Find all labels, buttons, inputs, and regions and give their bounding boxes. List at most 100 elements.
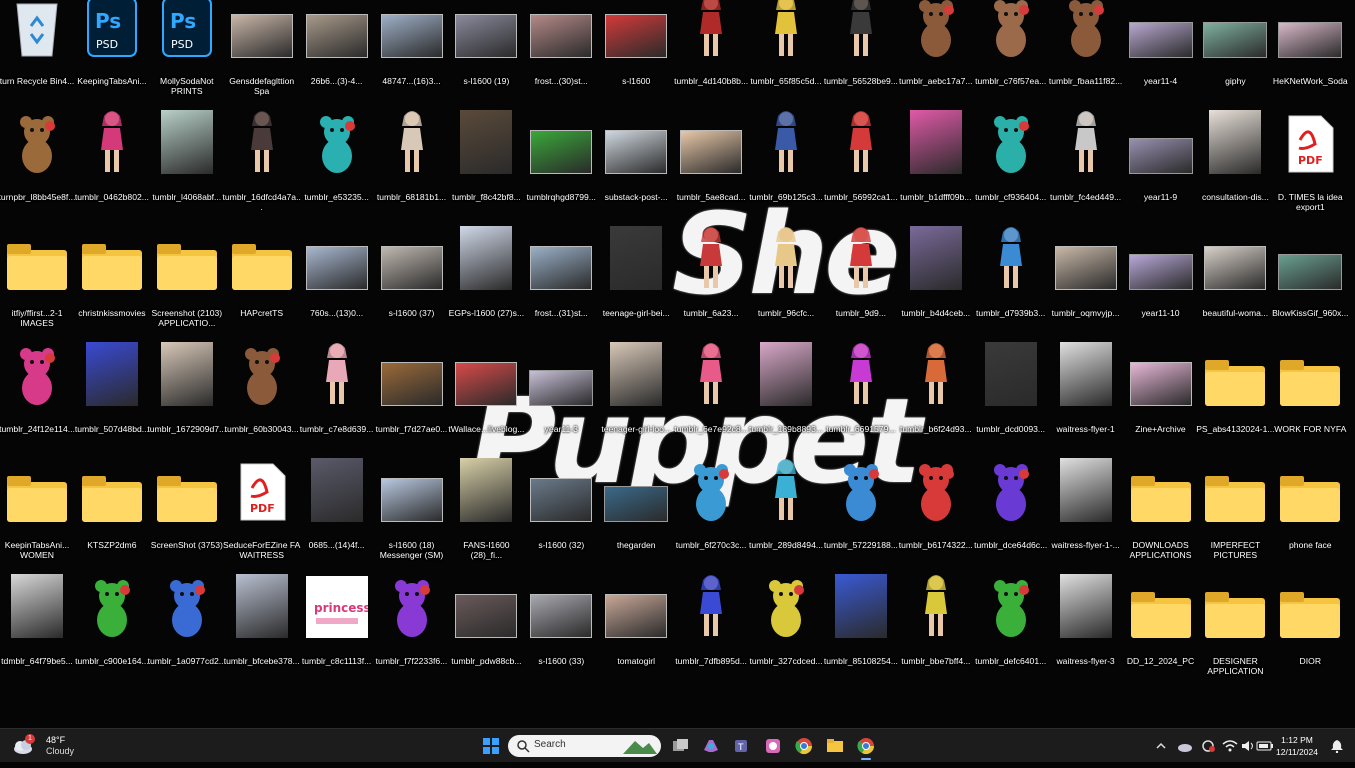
desktop-icon[interactable]: tumblr_defc6401... bbox=[974, 580, 1048, 698]
desktop-icon[interactable]: DIOR bbox=[1273, 586, 1347, 698]
file-explorer-button[interactable] bbox=[825, 736, 845, 756]
desktop-icon[interactable]: frost...(31)st... bbox=[524, 238, 598, 350]
desktop-icon[interactable]: turnpbr_l8bb45e8f... bbox=[0, 116, 75, 234]
desktop-icon[interactable]: 0685...(14)4f... bbox=[300, 458, 374, 582]
desktop-icon[interactable]: tumblr_cf936404... bbox=[974, 116, 1048, 234]
desktop-icon[interactable]: 48747...(16)3... bbox=[375, 6, 449, 118]
desktop-icon[interactable]: KeepinTabsAni... WOMEN bbox=[0, 470, 74, 582]
desktop-icon[interactable]: s-l1600 (18) Messenger (SM) bbox=[375, 470, 449, 582]
desktop-icon[interactable]: BlowKissGif_960x... bbox=[1272, 238, 1349, 350]
desktop-icon[interactable]: teenage-girl-bei... bbox=[599, 226, 673, 350]
desktop-icon[interactable]: tumblr_e53235... bbox=[300, 116, 374, 234]
desktop-icon[interactable]: KTSZP2dm6 bbox=[75, 470, 149, 582]
desktop-icon[interactable]: tumblr_65f85c5d... bbox=[749, 0, 823, 118]
desktop-icon[interactable]: WORK FOR NYFA bbox=[1273, 354, 1347, 466]
desktop-icon[interactable]: year11-3 bbox=[524, 354, 598, 466]
desktop-icon[interactable]: teenager-girl-loo... bbox=[599, 342, 673, 466]
desktop-icon[interactable]: waitress-flyer-3 bbox=[1049, 574, 1123, 698]
desktop-icon[interactable]: princess tumblr_c8c1113f... bbox=[300, 576, 374, 698]
desktop-icon[interactable]: phone face bbox=[1273, 470, 1347, 582]
vpn-icon[interactable] bbox=[1200, 739, 1216, 753]
desktop-icon[interactable]: 26b6...(3)-4... bbox=[300, 6, 374, 118]
desktop-icon[interactable]: 760s...(13)0... bbox=[300, 238, 374, 350]
desktop-icon[interactable]: tumblr_9d9... bbox=[824, 227, 898, 350]
desktop-icon[interactable]: tumblr_f7f2233f6... bbox=[375, 580, 449, 698]
desktop-icon[interactable]: tumblr_7dfb895d... bbox=[674, 575, 748, 698]
desktop-icon[interactable]: year11-9 bbox=[1124, 122, 1198, 234]
desktop-icon[interactable]: tumblr_85108254... bbox=[824, 574, 898, 698]
desktop-icon[interactable]: tumblr_4d140b8b... bbox=[674, 0, 748, 118]
desktop-icon[interactable]: PDF D. TIMES la idea export1 bbox=[1273, 115, 1347, 234]
desktop-icon[interactable]: ScreenShot (3753) bbox=[150, 470, 224, 582]
desktop-icon[interactable]: Gensddefaglttion Spa bbox=[225, 6, 299, 118]
desktop-icon[interactable]: tumblr_16dfcd4a7a... bbox=[223, 111, 301, 234]
desktop-icon[interactable]: tumblr_aebc17a7... bbox=[899, 0, 973, 118]
desktop-icon[interactable]: tumblr_6691579... bbox=[824, 343, 898, 466]
chrome-active-button[interactable] bbox=[856, 736, 876, 760]
desktop-icon[interactable]: giphy bbox=[1198, 6, 1272, 118]
desktop-icon[interactable]: IMPERFECT PICTURES bbox=[1198, 470, 1272, 582]
desktop-icon[interactable]: Screenshot (2103) APPLICATIO... bbox=[150, 238, 224, 350]
desktop-icon[interactable]: tumblrqhgd8799... bbox=[524, 122, 598, 234]
desktop-icon[interactable]: tumblr_0462b802... bbox=[75, 111, 149, 234]
copilot-button[interactable] bbox=[701, 736, 721, 756]
desktop-icon[interactable]: tumblr_5ae8cad... bbox=[674, 122, 748, 234]
desktop-icon[interactable]: tumblr_pdw88cb... bbox=[449, 586, 523, 698]
desktop-icon[interactable]: DD_12_2024_PC bbox=[1124, 586, 1198, 698]
desktop-icon[interactable]: tumblr_f8c42bf8... bbox=[449, 110, 523, 234]
desktop-icon[interactable]: DOWNLOADS APPLICATIONS bbox=[1124, 470, 1198, 582]
desktop-icon[interactable]: turn Recycle Bin4... bbox=[0, 3, 74, 118]
teams-button[interactable]: T bbox=[732, 736, 752, 756]
desktop-icon[interactable]: PS_abs4132024-1... bbox=[1196, 354, 1275, 466]
desktop-icon[interactable]: s-l1600 (32) bbox=[524, 470, 598, 582]
desktop-icon[interactable]: EGPs-l1600 (27)s... bbox=[449, 226, 524, 350]
desktop-icon[interactable]: Ps PSD MollySodaNot PRINTS bbox=[150, 0, 224, 118]
desktop-icon[interactable]: HAPcretTS bbox=[225, 238, 299, 350]
desktop-icon[interactable]: tumblr_1a0977cd2... bbox=[148, 580, 226, 698]
chevron-up-icon[interactable] bbox=[1155, 740, 1167, 752]
desktop-icon[interactable]: tumblr_289d8494... bbox=[749, 459, 823, 582]
desktop-icon[interactable]: waitress-flyer-1 bbox=[1049, 342, 1123, 466]
volume-icon[interactable] bbox=[1240, 739, 1256, 753]
desktop-icon[interactable]: tumblr_96cfc... bbox=[749, 227, 823, 350]
desktop-icon[interactable]: tumblr_dce64d6c... bbox=[974, 464, 1048, 582]
desktop-icon[interactable]: FANS-l1600 (28)_fi... bbox=[449, 458, 523, 582]
desktop-icon[interactable]: tumblr_56528be9... bbox=[824, 0, 898, 118]
desktop-icon[interactable]: Zine+Archive bbox=[1124, 354, 1198, 466]
cloud-sync-icon[interactable] bbox=[1177, 739, 1193, 753]
desktop-icon[interactable]: substack-post-... bbox=[599, 122, 673, 234]
desktop-icon[interactable]: DESIGNER APPLICATION bbox=[1198, 586, 1272, 698]
desktop-icon[interactable]: tumblr_dcd0093... bbox=[974, 342, 1048, 466]
desktop-icon[interactable]: tumblr_6f270c3c... bbox=[674, 464, 748, 582]
clock[interactable]: 1:12 PM 12/11/2024 bbox=[1268, 734, 1326, 768]
desktop-icon[interactable]: tumblr_b6f24d93... bbox=[899, 343, 973, 466]
search-box[interactable]: Search bbox=[508, 735, 661, 757]
desktop-icon[interactable]: Ps PSD KeepingTabsAni... bbox=[75, 0, 149, 118]
desktop-icon[interactable]: tumblr_f7d27ae0... bbox=[375, 354, 449, 466]
desktop-icon[interactable]: tWallace...liveblog... bbox=[448, 354, 524, 466]
photos-button[interactable] bbox=[763, 736, 783, 756]
desktop-icon[interactable]: s-l1600 (37) bbox=[375, 238, 449, 350]
desktop-icon[interactable]: frost...(30)st... bbox=[524, 6, 598, 118]
desktop-icon[interactable]: tumblr_60b30043... bbox=[225, 348, 299, 466]
desktop-icon[interactable]: tumblr_l4068abf... bbox=[150, 110, 224, 234]
wifi-icon[interactable] bbox=[1222, 739, 1238, 753]
desktop-icon[interactable]: HeKNetWork_Soda bbox=[1273, 6, 1348, 118]
weather-widget[interactable]: 1 48°F Cloudy bbox=[10, 729, 100, 763]
start-button[interactable] bbox=[481, 736, 501, 756]
desktop-icon[interactable]: tumblr_56992ca1... bbox=[824, 111, 898, 234]
desktop-icon[interactable]: itfiy/ffirst...2-1 IMAGES bbox=[0, 238, 74, 350]
desktop-icon[interactable]: tumblr_oqmvyjp... bbox=[1049, 238, 1123, 350]
desktop-icon[interactable]: s-l1600 bbox=[599, 6, 673, 118]
desktop-icon[interactable]: year11-4 bbox=[1124, 6, 1198, 118]
desktop-icon[interactable]: s-l1600 (19) bbox=[449, 6, 523, 118]
desktop-icon[interactable]: tumblr_bbe7bff4... bbox=[899, 575, 973, 698]
desktop-icon[interactable]: PDF SeduceForEZine FA WAITRESS bbox=[223, 463, 300, 582]
desktop-icon[interactable]: tomatogirl bbox=[599, 586, 673, 698]
desktop-icon[interactable]: beautiful-woma... bbox=[1198, 238, 1272, 350]
desktop-icon[interactable]: tumblr_b1dfff09b... bbox=[899, 110, 973, 234]
desktop-icon[interactable]: tumblr_507d48bd... bbox=[75, 342, 149, 466]
desktop-icon[interactable]: tumblr_c7e8d639... bbox=[300, 343, 374, 466]
desktop-icon[interactable]: tumblr_b6174322... bbox=[899, 464, 973, 582]
desktop-icon[interactable]: year11-10 bbox=[1124, 238, 1198, 350]
